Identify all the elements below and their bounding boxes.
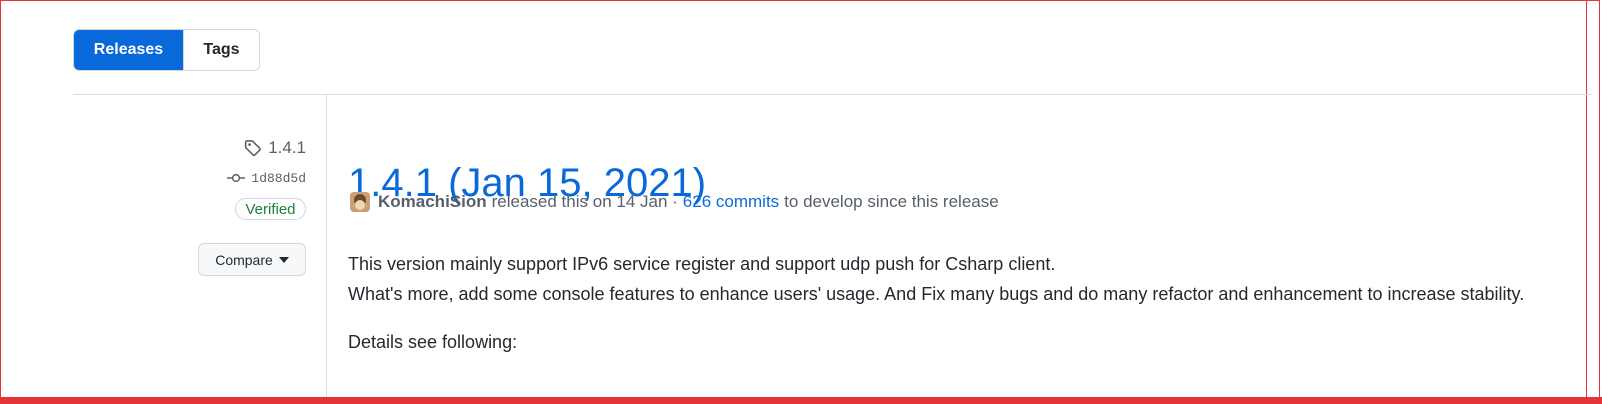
tab-tags[interactable]: Tags bbox=[183, 30, 259, 70]
triangle-down-icon bbox=[278, 256, 289, 263]
release-commit-sha: 1d88d5d bbox=[251, 170, 306, 186]
released-text: released this on 14 Jan · bbox=[491, 192, 678, 211]
tab-releases[interactable]: Releases bbox=[74, 30, 183, 70]
release-byline: KomachiSion released this on 14 Jan · 62… bbox=[350, 192, 999, 212]
column-divider bbox=[326, 95, 327, 397]
window-bottom-edge bbox=[0, 397, 1602, 404]
commits-link[interactable]: 626 commits bbox=[683, 192, 779, 212]
compare-button[interactable]: Compare bbox=[198, 243, 306, 276]
git-commit-icon bbox=[227, 173, 246, 183]
release-notes: This version mainly support IPv6 service… bbox=[348, 249, 1568, 357]
release-notes-line: What's more, add some console features t… bbox=[348, 284, 1525, 304]
releases-tags-tabs: Releases Tags bbox=[73, 29, 260, 71]
avatar[interactable] bbox=[350, 192, 370, 212]
window-edge bbox=[1586, 0, 1587, 404]
author-link[interactable]: KomachiSion bbox=[378, 192, 487, 212]
header-divider bbox=[73, 94, 1592, 95]
verified-badge[interactable]: Verified bbox=[235, 198, 306, 220]
release-tag-label: 1.4.1 bbox=[268, 138, 306, 157]
since-text: to develop since this release bbox=[784, 192, 999, 211]
tag-icon bbox=[245, 140, 262, 157]
release-commit[interactable]: 1d88d5d bbox=[227, 168, 306, 188]
compare-label: Compare bbox=[215, 251, 273, 268]
release-notes-line: Details see following: bbox=[348, 332, 518, 352]
release-tag[interactable]: 1.4.1 bbox=[244, 136, 306, 160]
release-meta: 1.4.1 1d88d5d Verified Compare bbox=[198, 136, 306, 276]
release-notes-line: This version mainly support IPv6 service… bbox=[348, 254, 1056, 274]
